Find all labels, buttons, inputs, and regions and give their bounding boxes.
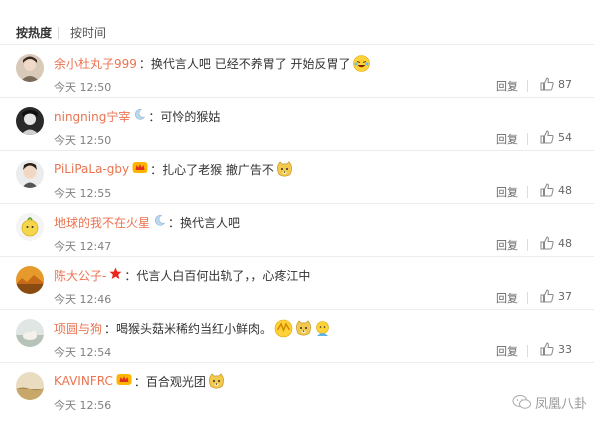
- comment-username[interactable]: 陈大公子-: [54, 267, 106, 284]
- action-divider: [527, 239, 528, 251]
- avatar[interactable]: [16, 213, 44, 241]
- like-count: 54: [558, 130, 572, 144]
- doge-emoji-icon: [276, 160, 293, 178]
- action-divider: [527, 133, 528, 145]
- comment-colon: ：: [168, 215, 181, 230]
- avatar[interactable]: [16, 107, 44, 135]
- like-count: 87: [558, 77, 572, 91]
- avatar[interactable]: [16, 266, 44, 294]
- action-divider: [527, 186, 528, 198]
- pray-emoji-icon: [314, 320, 331, 337]
- like-button[interactable]: 87: [540, 75, 572, 93]
- laugh-cry-emoji-icon: [352, 54, 370, 72]
- avatar[interactable]: [16, 160, 44, 188]
- sort-by-hot-tab[interactable]: 按热度: [16, 26, 52, 40]
- doge-emoji-icon: [295, 319, 312, 337]
- sort-bar: 按热度 按时间: [0, 0, 594, 44]
- comment-time: 今天 12:50: [54, 81, 112, 94]
- comment-text: 喝猴头菇米稀约当红小鲜肉。: [116, 321, 273, 336]
- comment-username[interactable]: 项圆与狗: [54, 320, 102, 337]
- like-button[interactable]: 48: [540, 181, 572, 199]
- thumb-up-icon: [540, 77, 554, 91]
- comment-text: 百合观光团: [145, 374, 206, 389]
- comment-time: 今天 12:56: [54, 399, 112, 412]
- comment-item: 地球的我不在火星 ： 换代言人吧 今天 12:47 回复 48: [0, 203, 594, 256]
- watermark-text: 凤凰八卦: [535, 396, 588, 412]
- like-button[interactable]: 37: [540, 287, 572, 305]
- member-crown-badge-icon: [116, 373, 132, 389]
- like-button[interactable]: 33: [540, 340, 572, 358]
- comment-item: KAVINFRC ： 百合观光团 今天 12:56: [0, 362, 594, 415]
- like-count: 48: [558, 236, 572, 250]
- moon-badge-icon: [133, 108, 146, 124]
- like-count: 33: [558, 342, 572, 356]
- thumb-up-icon: [540, 289, 554, 303]
- reply-button[interactable]: 回复: [496, 184, 518, 200]
- like-button[interactable]: 48: [540, 234, 572, 252]
- like-count: 37: [558, 289, 572, 303]
- wechat-logo-icon: [512, 395, 531, 409]
- comment-username[interactable]: 余小杜丸子999: [54, 55, 137, 72]
- doge-emoji-icon: [208, 372, 225, 390]
- avatar[interactable]: [16, 319, 44, 347]
- comment-item: ningning宁宰 ： 可怜的猴姑 今天 12:50 回复 54: [0, 97, 594, 150]
- comment-colon: ：: [124, 268, 137, 283]
- reply-button[interactable]: 回复: [496, 131, 518, 147]
- thumb-up-icon: [540, 236, 554, 250]
- comment-item: 余小杜丸子999 ： 换代言人吧 已经不养胃了 开始反胃了 今天 12:50 回…: [0, 44, 594, 97]
- comment-time: 今天 12:54: [54, 346, 112, 359]
- comment-text: 可怜的猴姑: [160, 109, 221, 124]
- red-star-badge-icon: [109, 267, 122, 283]
- comment-username[interactable]: PiLiPaLa-gby: [54, 162, 129, 176]
- thumb-up-icon: [540, 130, 554, 144]
- sort-divider: [58, 27, 59, 39]
- comment-colon: ：: [148, 109, 161, 124]
- comment-username[interactable]: KAVINFRC: [54, 374, 113, 388]
- comment-text: 代言人白百何出轨了，，心疼江中: [136, 268, 311, 283]
- comment-time: 今天 12:46: [54, 293, 112, 306]
- comment-time: 今天 12:55: [54, 187, 112, 200]
- comment-username[interactable]: ningning宁宰: [54, 108, 130, 125]
- comment-text: 换代言人吧 已经不养胃了 开始反胃了: [150, 56, 351, 71]
- action-divider: [527, 345, 528, 357]
- moon-badge-icon: [153, 214, 166, 230]
- like-count: 48: [558, 183, 572, 197]
- like-button[interactable]: 54: [540, 128, 572, 146]
- thumb-up-icon: [540, 183, 554, 197]
- avatar[interactable]: [16, 372, 44, 400]
- avatar[interactable]: [16, 54, 44, 82]
- comment-item: 项圆与狗 ： 喝猴头菇米稀约当红小鲜肉。 今天 12:54 回复 33: [0, 309, 594, 362]
- reply-button[interactable]: 回复: [496, 78, 518, 94]
- comment-colon: ：: [138, 56, 151, 71]
- comment-time: 今天 12:47: [54, 240, 112, 253]
- comment-text: 换代言人吧: [180, 215, 241, 230]
- reply-button[interactable]: 回复: [496, 237, 518, 253]
- comment-username[interactable]: 地球的我不在火星: [54, 214, 150, 231]
- watermark: 凤凰八卦: [512, 392, 587, 412]
- comment-item: 陈大公子- ： 代言人白百何出轨了，，心疼江中 今天 12:46 回复 37: [0, 256, 594, 309]
- sort-by-time-tab[interactable]: 按时间: [70, 26, 106, 40]
- comment-colon: ：: [133, 374, 146, 389]
- thumb-up-icon: [540, 342, 554, 356]
- action-divider: [527, 80, 528, 92]
- member-crown-badge-icon: [132, 161, 148, 177]
- comment-colon: ：: [104, 321, 117, 336]
- comment-colon: ：: [150, 162, 163, 177]
- reply-button[interactable]: 回复: [496, 343, 518, 359]
- comment-time: 今天 12:50: [54, 134, 112, 147]
- reply-button[interactable]: 回复: [496, 290, 518, 306]
- facepalm-emoji-icon: [274, 319, 293, 338]
- action-divider: [527, 292, 528, 304]
- comment-text: 扎心了老猴 撤广告不: [162, 162, 274, 177]
- comment-item: PiLiPaLa-gby ： 扎心了老猴 撤广告不 今天 12:55 回复 48: [0, 150, 594, 203]
